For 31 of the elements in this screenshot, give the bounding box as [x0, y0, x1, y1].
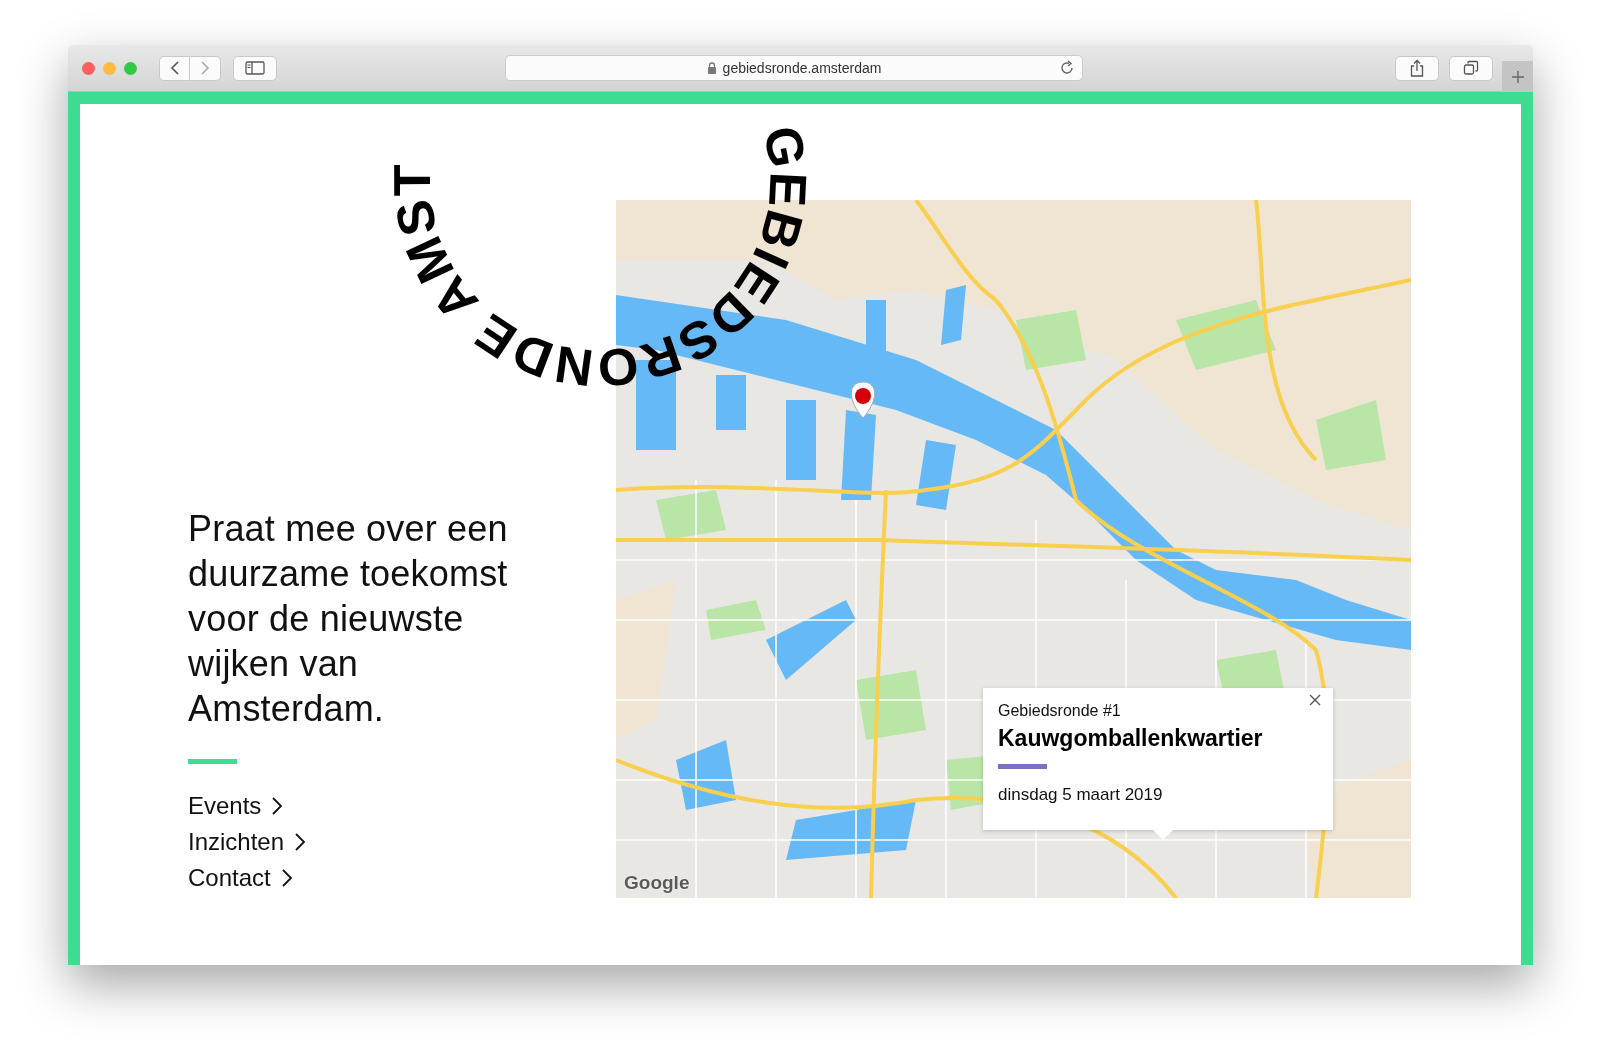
tabs-overview-button[interactable]	[1449, 55, 1493, 81]
nav-link[interactable]: Events	[188, 792, 284, 820]
address-bar[interactable]: gebiedsronde.amsterdam	[505, 55, 1083, 81]
zoom-window-button[interactable]	[124, 61, 137, 75]
chevron-right-icon	[280, 868, 293, 888]
chevron-right-icon	[294, 832, 307, 852]
map-pin-icon[interactable]	[850, 381, 876, 419]
lock-icon	[706, 62, 717, 74]
reload-icon[interactable]	[1059, 60, 1075, 76]
headline: Praat mee over een duurzame toekomst voor de nieuwste wijken van Amsterdam.	[188, 507, 509, 731]
share-icon	[1410, 59, 1424, 77]
close-window-button[interactable]	[82, 61, 95, 75]
popup-title: Kauwgomballenkwartier	[998, 725, 1264, 752]
sidebar-icon	[245, 61, 265, 75]
back-button[interactable]	[159, 55, 190, 81]
map-attribution: Google	[624, 872, 690, 894]
url-text: gebiedsronde.amsterdam	[722, 60, 882, 76]
close-icon[interactable]	[1309, 694, 1321, 706]
chevron-left-icon	[169, 60, 180, 76]
sidebar-button[interactable]	[233, 55, 277, 81]
chevron-right-icon	[271, 796, 284, 816]
popup-kicker: Gebiedsronde #1	[998, 702, 1122, 720]
new-tab-button[interactable]	[1502, 61, 1533, 92]
popup-date: dinsdag 5 maart 2019	[998, 785, 1164, 805]
share-button[interactable]	[1395, 55, 1439, 81]
chevron-right-icon	[200, 60, 210, 76]
tabs-icon	[1463, 60, 1479, 76]
nav-link[interactable]: Inzichten	[188, 828, 307, 856]
plus-icon	[1510, 69, 1525, 84]
forward-button[interactable]	[190, 55, 221, 81]
nav-link[interactable]: Contact	[188, 864, 293, 892]
